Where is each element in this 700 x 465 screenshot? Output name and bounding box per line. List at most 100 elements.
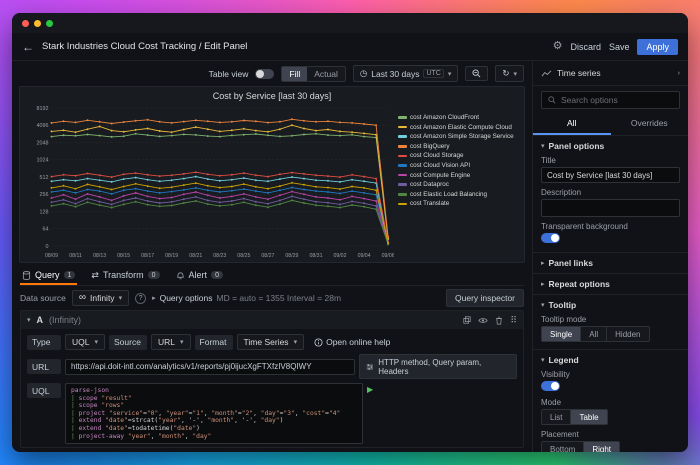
legend-item[interactable]: cost Compute Engine: [398, 172, 519, 179]
url-label: URL: [27, 359, 61, 374]
save-button[interactable]: Save: [609, 42, 630, 52]
legend-item[interactable]: cost Dataproc: [398, 181, 519, 188]
tooltip-section-header[interactable]: ▾ Tooltip: [541, 300, 680, 310]
legend-item[interactable]: cost Cloud Vision API: [398, 162, 519, 169]
legend-swatch: [398, 174, 407, 177]
tooltip-hidden-option[interactable]: Hidden: [607, 327, 648, 341]
chart-legend: cost Amazon CloudFront cost Amazon Elasti…: [394, 102, 521, 260]
legend-swatch: [398, 145, 407, 148]
panel-links-section[interactable]: ▸ Panel links: [533, 253, 688, 274]
tab-label: Alert: [189, 270, 208, 280]
tooltip-single-option[interactable]: Single: [542, 327, 581, 341]
time-range-picker[interactable]: ◷ Last 30 days UTC ▾: [353, 65, 459, 82]
tooltip-all-option[interactable]: All: [581, 327, 607, 341]
legend-item[interactable]: cost Amazon CloudFront: [398, 114, 519, 121]
chart-panel: Cost by Service [last 30 days] 819240962…: [19, 86, 525, 263]
legend-mode-list-option[interactable]: List: [542, 410, 571, 424]
legend-label: cost Cloud Vision API: [410, 162, 470, 169]
legend-swatch: [398, 126, 407, 129]
legend-item[interactable]: cost Translate: [398, 200, 519, 207]
type-select[interactable]: UQL ▾: [65, 334, 105, 350]
panel-title-input[interactable]: Cost by Service [last 30 days]: [541, 167, 680, 183]
fullscreen-button[interactable]: [46, 20, 53, 27]
chevron-down-icon: ▾: [541, 356, 545, 364]
query-options-toggle[interactable]: ▸ Query options MD = auto = 1355 Interva…: [152, 293, 341, 303]
legend-placement-right-option[interactable]: Right: [584, 442, 619, 452]
placement-label: Placement: [541, 430, 680, 439]
duplicate-query-icon[interactable]: [463, 316, 471, 324]
time-range-label: Last 30 days: [371, 69, 419, 79]
actual-option[interactable]: Actual: [307, 67, 345, 81]
apply-button[interactable]: Apply: [637, 39, 678, 55]
format-select[interactable]: Time Series ▾: [237, 334, 305, 350]
query-editor-body: Type UQL ▾ Source URL ▾ Form: [21, 329, 523, 448]
options-search-input[interactable]: Search options: [541, 91, 680, 109]
datasource-picker[interactable]: ∞ Infinity ▾: [72, 290, 129, 306]
query-options-meta: MD = auto = 1355 Interval = 28m: [217, 293, 342, 303]
datasource-label: Data source: [20, 293, 66, 303]
panel-options-header[interactable]: ▾ Panel options: [541, 141, 680, 151]
http-method-button[interactable]: HTTP method, Query param, Headers: [359, 354, 517, 379]
source-value: URL: [158, 337, 175, 347]
query-row-actions: ⠿: [463, 315, 517, 326]
legend-item[interactable]: cost Cloud Storage: [398, 152, 519, 159]
url-input[interactable]: https://api.doit-intl.com/analytics/v1/r…: [65, 359, 355, 375]
search-icon: [548, 96, 556, 104]
tab-alert[interactable]: Alert 0: [174, 267, 225, 285]
discard-button[interactable]: Discard: [570, 42, 601, 52]
chevron-down-icon: ▾: [94, 338, 98, 346]
tab-transform[interactable]: ⇄ Transform 0: [89, 267, 161, 285]
source-select[interactable]: URL ▾: [151, 334, 191, 350]
title-label: Title: [541, 156, 680, 165]
refresh-button[interactable]: ↻ ▾: [495, 65, 524, 82]
legend-section-header[interactable]: ▾ Legend: [541, 355, 680, 365]
run-query-icon[interactable]: ▶: [367, 383, 373, 394]
transparent-background-toggle[interactable]: [541, 233, 560, 243]
legend-mode-table-option[interactable]: Table: [571, 410, 606, 424]
query-row-header[interactable]: ▾ A (Infinity): [21, 311, 523, 329]
legend-item[interactable]: cost BigQuery: [398, 143, 519, 150]
format-value: Time Series: [244, 337, 289, 347]
open-online-help-button[interactable]: Open online help: [314, 337, 390, 347]
legend-label: cost Compute Engine: [410, 172, 470, 179]
uql-code[interactable]: parse-json| scope "result"| scope "rows"…: [65, 383, 363, 444]
legend-item[interactable]: cost Elastic Load Balancing: [398, 191, 519, 198]
hide-query-icon[interactable]: [478, 317, 488, 324]
minimize-button[interactable]: [34, 20, 41, 27]
repeat-options-section[interactable]: ▸ Repeat options: [533, 274, 688, 295]
legend-placement-bottom-option[interactable]: Bottom: [542, 442, 584, 452]
app-window: ← Stark Industries Cloud Cost Tracking /…: [12, 13, 688, 452]
uql-code-line: | project-away "year", "month", "day": [71, 433, 357, 441]
svg-text:1024: 1024: [37, 157, 49, 163]
gear-icon[interactable]: ⚙: [553, 41, 563, 52]
section-title: Panel links: [549, 258, 593, 268]
legend-visibility-toggle[interactable]: [541, 381, 560, 391]
panel-description-input[interactable]: [541, 199, 680, 217]
back-arrow-icon[interactable]: ←: [22, 40, 34, 54]
visualization-picker[interactable]: Time series ›: [533, 61, 688, 86]
main-column: Table view Fill Actual ◷ Last 30 days UT…: [12, 61, 532, 452]
chevron-down-icon: ▾: [294, 338, 298, 346]
tab-query[interactable]: Query 1: [20, 267, 77, 285]
tab-overrides[interactable]: Overrides: [611, 114, 689, 135]
table-view-toggle[interactable]: [255, 69, 274, 79]
svg-text:08/13: 08/13: [93, 253, 106, 259]
svg-text:08/11: 08/11: [69, 253, 82, 259]
shuffle-icon: ⇄: [91, 270, 99, 281]
close-button[interactable]: [22, 20, 29, 27]
remove-query-icon[interactable]: [495, 316, 503, 325]
cost-chart[interactable]: 819240962048102451225612864008/0908/1108…: [22, 102, 394, 260]
query-inspector-button[interactable]: Query inspector: [446, 289, 524, 307]
datasource-help-icon[interactable]: ?: [135, 293, 146, 304]
svg-text:2048: 2048: [37, 140, 49, 146]
fill-option[interactable]: Fill: [282, 67, 307, 81]
legend-placement-group: Bottom Right: [541, 441, 620, 452]
zoom-out-button[interactable]: [465, 66, 488, 81]
collapse-query-icon: ▾: [27, 316, 31, 324]
legend-item[interactable]: cost Amazon Simple Storage Service: [398, 133, 519, 140]
tab-all[interactable]: All: [533, 114, 611, 135]
legend-item[interactable]: cost Amazon Elastic Compute Cloud: [398, 124, 519, 131]
collapse-pane-icon[interactable]: ›: [678, 70, 680, 77]
uql-code-line: | scope "result": [71, 395, 357, 403]
drag-handle-icon[interactable]: ⠿: [510, 315, 517, 326]
